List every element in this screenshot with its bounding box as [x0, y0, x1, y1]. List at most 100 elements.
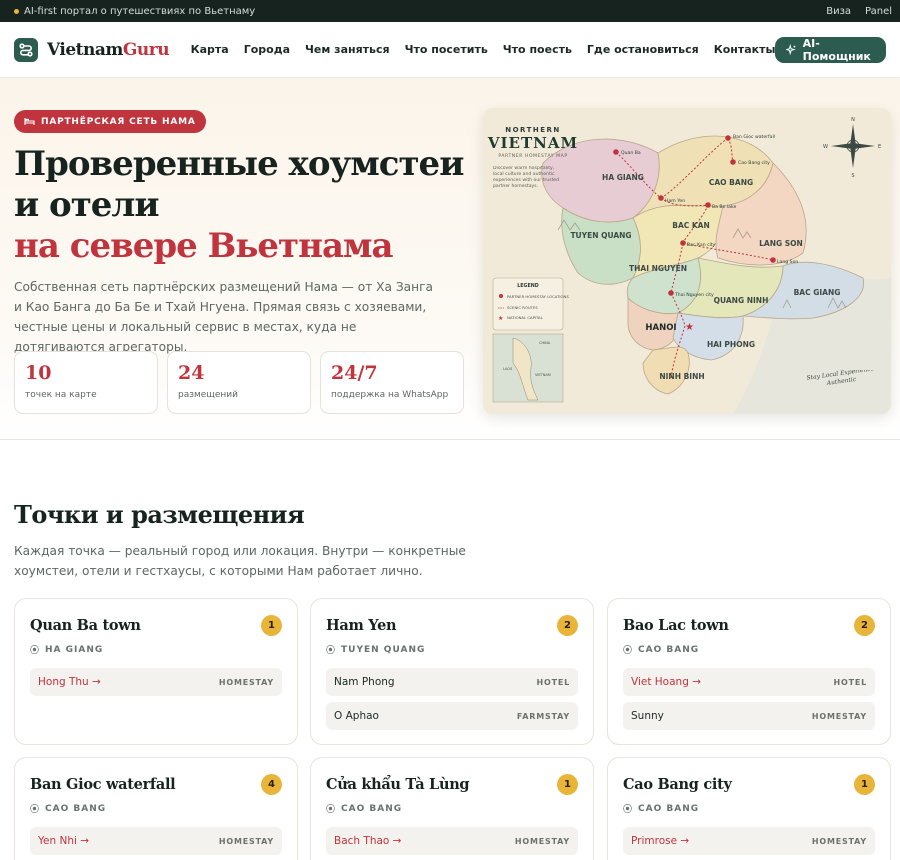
pin-icon: ⦿	[30, 805, 41, 815]
compass-e: E	[878, 144, 881, 150]
stay-type: HOMESTAY	[811, 711, 867, 721]
stat-value: 10	[25, 362, 52, 384]
card-region: ⦿ HA GIANG	[30, 643, 104, 657]
stat-card: 24 размещений	[167, 351, 311, 414]
location-card[interactable]: Cửa khẩu Tà Lùng 1 ⦿ CAO BANG Bach Thao →…	[310, 757, 594, 860]
map-label-tuyen-quang: TUYEN QUANG	[570, 231, 631, 240]
map-title-big: VIETNAM	[487, 134, 578, 152]
pin-quan-ba	[613, 149, 619, 155]
topbar-link-visa[interactable]: Виза	[826, 6, 851, 17]
nav-sights[interactable]: Что посетить	[405, 43, 488, 56]
pin-icon: ⦿	[623, 805, 634, 815]
capital-star: ★	[685, 322, 694, 333]
topbar-links: Виза Panel	[826, 6, 892, 17]
nav-cities[interactable]: Города	[244, 43, 290, 56]
site-header: VietnamGuru Карта Города Чем заняться Чт…	[0, 22, 900, 78]
topbar-link-panel[interactable]: Panel	[865, 6, 892, 17]
hero-title-line2: на севере Вьетнама	[14, 226, 394, 266]
legend-item-routes: SCENIC ROUTES	[507, 305, 538, 310]
inset-laos: LAOS	[503, 367, 513, 371]
stay-name[interactable]: Hong Thu →	[38, 676, 101, 688]
stay-row[interactable]: Nam Phong HOTEL	[326, 668, 578, 696]
hero-subtitle: Собственная сеть партнёрских размещений …	[14, 280, 433, 354]
card-count-badge: 2	[557, 615, 578, 636]
card-title: Ham Yen	[326, 617, 397, 634]
stay-type: HOTEL	[536, 677, 570, 687]
stay-row[interactable]: Yen Nhi → HOMESTAY	[30, 827, 282, 855]
stay-row[interactable]: Primrose → HOMESTAY	[623, 827, 875, 855]
stay-row[interactable]: Bach Thao → HOMESTAY	[326, 827, 578, 855]
stay-name[interactable]: Primrose →	[631, 835, 689, 847]
logo-text: VietnamGuru	[47, 39, 170, 60]
stay-name[interactable]: O Aphao	[334, 710, 379, 722]
hero-section: ПАРТНЁРСКАЯ СЕТЬ НАМА Проверенные хоумст…	[0, 78, 900, 440]
card-region-label: CAO BANG	[638, 803, 700, 814]
stay-name[interactable]: Nam Phong	[334, 676, 395, 688]
stay-name[interactable]: Yen Nhi →	[38, 835, 89, 847]
point-ban-gioc: Ban Gioc waterfall	[733, 134, 775, 140]
pin-icon: ⦿	[623, 646, 634, 656]
map-label-bac-giang: QUANG NINH	[714, 296, 769, 305]
stay-type: HOMESTAY	[514, 836, 570, 846]
card-count-badge: 2	[854, 615, 875, 636]
point-lang-son: Lang Son	[777, 259, 798, 265]
nav-contacts[interactable]: Контакты	[714, 43, 776, 56]
map-label-bac-kan: BAC KAN	[672, 221, 710, 230]
location-card[interactable]: Ban Gioc waterfall 4 ⦿ CAO BANG Yen Nhi →…	[14, 757, 298, 860]
nav-stay[interactable]: Где остановиться	[587, 43, 699, 56]
location-card[interactable]: Bao Lac town 2 ⦿ CAO BANG Viet Hoang → HO…	[607, 598, 891, 745]
nav-food[interactable]: Что поесть	[503, 43, 572, 56]
sparkle-icon	[786, 43, 797, 55]
card-region: ⦿ CAO BANG	[326, 802, 403, 816]
map-intro: Discover warm hospitality, local culture…	[493, 166, 560, 189]
stay-type: FARMSTAY	[516, 711, 570, 721]
card-region-label: CAO BANG	[45, 803, 107, 814]
map-label-quang-ninh: BAC GIANG	[794, 288, 841, 297]
logo-accent: Guru	[122, 39, 170, 60]
stay-name[interactable]: Viet Hoang →	[631, 676, 701, 688]
stay-row[interactable]: Sunny HOMESTAY	[623, 702, 875, 730]
svg-text:★: ★	[498, 315, 503, 322]
card-title: Quan Ba town	[30, 617, 141, 634]
card-title: Cao Bang city	[623, 776, 732, 793]
stay-type: HOMESTAY	[218, 836, 274, 846]
stay-name[interactable]: Bach Thao →	[334, 835, 401, 847]
nav-activities[interactable]: Чем заняться	[305, 43, 390, 56]
stat-card: 24/7 поддержка на WhatsApp	[320, 351, 464, 414]
compass-w: W	[823, 144, 828, 150]
stat-card: 10 точек на карте	[14, 351, 158, 414]
ai-assistant-label: AI-Помощник	[802, 36, 871, 63]
route-icon	[14, 37, 38, 62]
card-region-label: HA GIANG	[45, 644, 104, 655]
stay-row[interactable]: Hong Thu → HOMESTAY	[30, 668, 282, 696]
topbar-tagline: AI-first портал о путешествиях по Вьетна…	[24, 5, 256, 17]
pin-thai-nguyen	[668, 290, 674, 296]
location-card[interactable]: Cao Bang city 1 ⦿ CAO BANG Primrose → HOM…	[607, 757, 891, 860]
hero-title-line1: Проверенные хоумстеи и отели	[14, 144, 464, 225]
card-region: ⦿ TUYEN QUANG	[326, 643, 425, 657]
hero-title: Проверенные хоумстеи и отели на севере В…	[14, 144, 464, 267]
pin-ba-be	[705, 202, 711, 208]
logo[interactable]: VietnamGuru	[14, 37, 177, 62]
card-region-label: CAO BANG	[341, 803, 403, 814]
stay-name[interactable]: Sunny	[631, 710, 664, 722]
stay-row[interactable]: Viet Hoang → HOTEL	[623, 668, 875, 696]
pin-ban-gioc	[725, 135, 731, 141]
pin-cao-bang	[730, 159, 736, 165]
partner-homestay-map[interactable]: NORTHERN VIETNAM PARTNER HOMESTAY MAP Di…	[483, 108, 891, 414]
pin-icon: ⦿	[326, 646, 337, 656]
map-label-hanoi: HANOI	[645, 323, 676, 333]
legend-item-capital: NATIONAL CAPITAL	[507, 315, 544, 320]
location-card[interactable]: Quan Ba town 1 ⦿ HA GIANG Hong Thu → HOME…	[14, 598, 298, 745]
top-announcement-bar: AI-first портал о путешествиях по Вьетна…	[0, 0, 900, 22]
section-subtitle: Каждая точка — реальный город или локаци…	[14, 544, 466, 578]
status-dot	[14, 8, 19, 14]
nav-map[interactable]: Карта	[191, 43, 229, 56]
location-card[interactable]: Ham Yen 2 ⦿ TUYEN QUANG Nam Phong HOTEL O…	[310, 598, 594, 745]
ai-assistant-button[interactable]: AI-Помощник	[775, 36, 886, 63]
card-region-label: CAO BANG	[638, 644, 700, 655]
point-ba-be: Ba Be lake	[712, 204, 736, 210]
card-region: ⦿ CAO BANG	[30, 802, 107, 816]
stay-row[interactable]: O Aphao FARMSTAY	[326, 702, 578, 730]
point-bac-kan: Bac Kan city	[687, 242, 716, 248]
